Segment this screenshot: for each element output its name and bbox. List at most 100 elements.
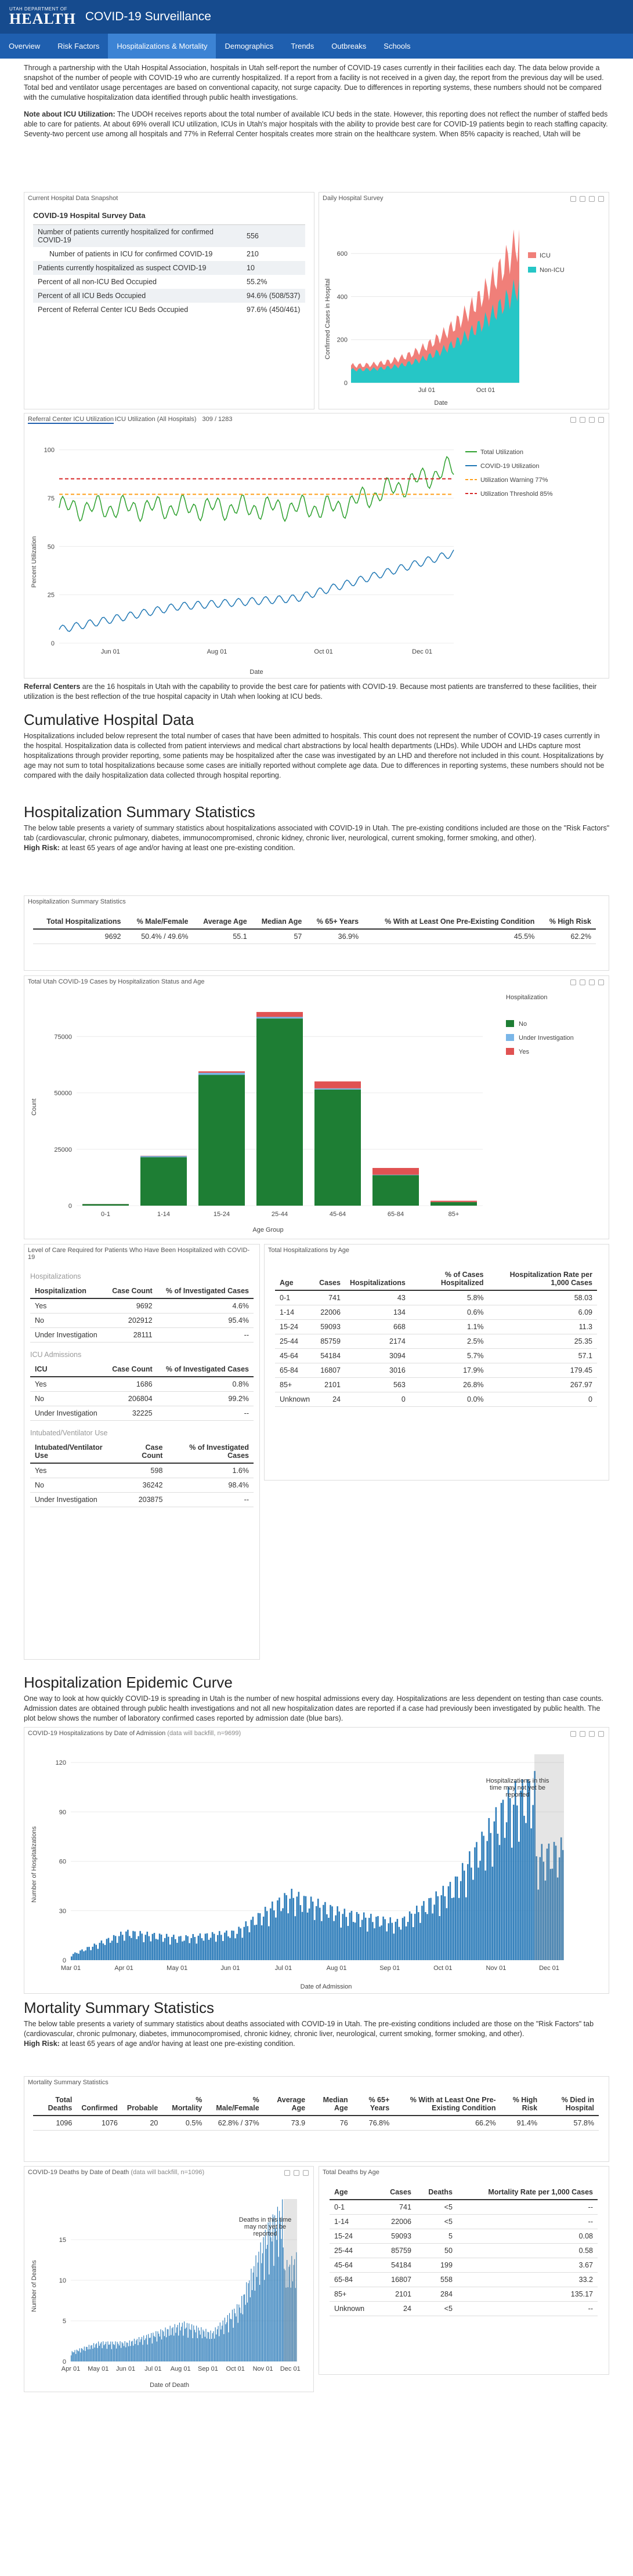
tab-counter: 309 / 1283 (202, 416, 233, 423)
cell: 598 (120, 1463, 168, 1478)
hist-bar (151, 1933, 154, 1960)
pan-icon[interactable] (303, 2170, 309, 2176)
hist-bar (305, 1896, 307, 1960)
pan-icon[interactable] (589, 979, 595, 985)
home-icon[interactable] (598, 417, 604, 423)
legend-total[interactable]: Total Utilization (480, 449, 523, 456)
cell: 28111 (105, 1327, 157, 1343)
level-of-care-tab[interactable]: Level of Care Required for Patients Who … (24, 1245, 259, 1263)
hist-bar (146, 2335, 147, 2361)
hist-bar (82, 2349, 83, 2361)
site-title: COVID-19 Surveillance (85, 10, 211, 23)
deaths-by-age-tab[interactable]: Total Deaths by Age (319, 2167, 609, 2178)
hist-bar (252, 1917, 254, 1960)
home-icon[interactable] (598, 979, 604, 985)
cell: <5 (415, 2200, 457, 2215)
nav-schools[interactable]: Schools (375, 34, 419, 59)
tab-referral-icu[interactable]: Referral Center ICU Utilization (28, 416, 114, 424)
col-header: Average Age (193, 915, 252, 930)
nav-risk-factors[interactable]: Risk Factors (49, 34, 108, 59)
cell: 206804 (105, 1391, 157, 1406)
col-header: % Male/Female (125, 915, 193, 930)
deaths-tab-note: (data will backfill, n=1096) (131, 2169, 205, 2176)
home-icon[interactable] (598, 1731, 604, 1737)
hist-bar (471, 1867, 472, 1960)
zoom-icon[interactable] (580, 1731, 585, 1737)
age-bar-tab[interactable]: Total Utah COVID-19 Cases by Hospitaliza… (24, 976, 609, 988)
table-row: Number of patients in ICU for confirmed … (33, 247, 305, 261)
camera-icon[interactable] (284, 2170, 290, 2176)
table-row: 65-84 16807 3016 17.9% 179.45 (275, 1363, 597, 1378)
camera-icon[interactable] (570, 1731, 576, 1737)
legend-yes[interactable]: Yes (519, 1048, 529, 1055)
chart-toolbar[interactable] (570, 196, 604, 202)
camera-icon[interactable] (570, 979, 576, 985)
snapshot-tab[interactable]: Current Hospital Data Snapshot (24, 193, 314, 204)
deaths-tab[interactable]: COVID-19 Deaths by Date of Death (data w… (24, 2167, 313, 2178)
hist-bar (289, 1899, 291, 1960)
hist-bar (270, 2237, 272, 2361)
x-axis-label: Date (249, 669, 263, 676)
hist-bar (176, 2327, 178, 2361)
hist-bar (155, 1939, 157, 1960)
nav-overview[interactable]: Overview (0, 34, 49, 59)
mortality-summary-table: Total Deaths Confirmed Probable% Mortality… (33, 2093, 599, 2131)
legend-warning[interactable]: Utilization Warning 77% (480, 477, 548, 484)
hist-bar (426, 1914, 428, 1960)
cell: 0-1 (330, 2200, 378, 2215)
chart-toolbar[interactable] (570, 1731, 604, 1737)
hist-bar (85, 1950, 86, 1960)
hosp-by-age-tab[interactable]: Total Hospitalizations by Age (265, 1245, 609, 1256)
legend-covid[interactable]: COVID-19 Utilization (480, 463, 539, 470)
chart-toolbar[interactable] (570, 979, 604, 985)
legend-threshold[interactable]: Utilization Threshold 85% (480, 491, 553, 498)
col-header: Intubated/Ventilator Use (30, 1441, 121, 1464)
tab-all-icu[interactable]: ICU Utilization (All Hospitals) (115, 416, 197, 424)
col-header: Hospitalization (30, 1284, 106, 1299)
covid-utilization-line (59, 549, 454, 632)
hist-bar (117, 2342, 118, 2361)
hist-bar (218, 2325, 219, 2361)
cell: 20 (122, 2116, 163, 2131)
camera-icon[interactable] (570, 417, 576, 423)
chart-toolbar[interactable] (570, 417, 604, 423)
nav-demographics[interactable]: Demographics (216, 34, 282, 59)
cell: -- (457, 2301, 598, 2316)
cell: 22006 (378, 2214, 416, 2229)
hist-bar (488, 1817, 490, 1960)
x-axis-label: Date of Admission (301, 1983, 352, 1990)
mortality-summary-tab[interactable]: Mortality Summary Statistics (24, 2077, 609, 2088)
hist-bar (449, 1882, 451, 1960)
hist-bar (79, 1950, 81, 1960)
home-icon[interactable] (598, 196, 604, 202)
daily-survey-tab[interactable]: Daily Hospital Survey (319, 193, 609, 204)
legend-no[interactable]: No (519, 1021, 527, 1028)
epi-tab[interactable]: COVID-19 Hospitalizations by Date of Adm… (24, 1728, 609, 1739)
zoom-icon[interactable] (294, 2170, 299, 2176)
legend-icu[interactable]: ICU (540, 252, 551, 259)
udoh-logo[interactable]: UTAH DEPARTMENT OF HEALTH (9, 7, 76, 27)
zoom-icon[interactable] (580, 979, 585, 985)
zoom-icon[interactable] (580, 417, 585, 423)
nav-outbreaks[interactable]: Outbreaks (323, 34, 375, 59)
chart-toolbar[interactable] (284, 2170, 309, 2176)
pan-icon[interactable] (589, 196, 595, 202)
cell: 57.1 (488, 1348, 597, 1363)
hist-bar (440, 1895, 443, 1960)
pan-icon[interactable] (589, 1731, 595, 1737)
legend-under-investigation[interactable]: Under Investigation (519, 1035, 574, 1042)
hist-bar (102, 2348, 103, 2361)
y-axis-label: Count (31, 1098, 38, 1115)
camera-icon[interactable] (570, 196, 576, 202)
pan-icon[interactable] (589, 417, 595, 423)
table-row: 85+ 2101 284 135.17 (330, 2287, 598, 2302)
zoom-icon[interactable] (580, 196, 585, 202)
nav-hospitalizations[interactable]: Hospitalizations & Mortality (108, 34, 216, 59)
hosp-summary-tab[interactable]: Hospitalization Summary Statistics (24, 896, 609, 908)
hist-bar (335, 1915, 337, 1960)
col-header: % Died in Hospital (542, 2093, 599, 2116)
legend-nonicu[interactable]: Non-ICU (540, 267, 565, 274)
hist-bar (319, 1907, 321, 1960)
hist-bar (367, 1931, 368, 1960)
nav-trends[interactable]: Trends (282, 34, 323, 59)
